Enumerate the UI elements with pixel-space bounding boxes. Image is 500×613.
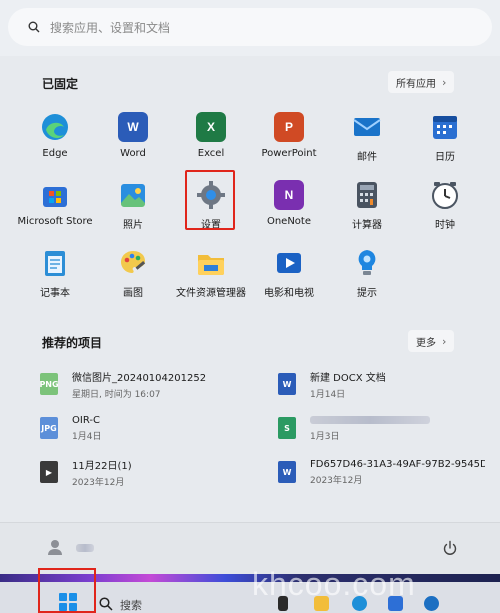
recommended-item[interactable]: PNG 微信图片_20240104201252 星期日, 时间为 16:07 [39,364,250,404]
notepad-icon [40,248,70,278]
recommended-item-date: 2023年12月 [310,475,363,486]
onenote-icon: N [274,180,304,210]
pinned-title: 已固定 [42,77,79,91]
recommended-item-date: 1月4日 [72,431,102,442]
start-search-box[interactable]: 搜索应用、设置和文档 [8,8,492,46]
recommended-item-date: 1月3日 [310,431,340,442]
pinned-app-calendar[interactable]: 日历 [406,106,484,170]
recommended-item-name [310,415,430,426]
powerpoint-icon: P [274,112,304,142]
taskbar-search-icon[interactable] [99,597,113,611]
pinned-app-label: Excel [197,148,225,159]
pinned-app-excel[interactable]: X Excel [172,106,250,170]
sheet-file-icon: S [278,417,296,439]
pinned-app-label: 日历 [435,152,455,163]
pinned-app-edge[interactable]: Edge [16,106,94,170]
recommended-item[interactable]: W FD657D46-31A3-49AF-97B2-9545D... 2023年12… [278,452,488,492]
search-placeholder: 搜索应用、设置和文档 [50,20,171,35]
pinned-app-tips[interactable]: 提示 [328,242,406,306]
pinned-app-label: PowerPoint [261,148,317,159]
taskbar-search-label[interactable]: 搜索 [120,597,142,613]
chevron-right-icon: › [442,334,447,348]
pinned-app-mail[interactable]: 邮件 [328,106,406,170]
pinned-app-clock[interactable]: 时钟 [406,174,484,238]
mail-icon [352,112,382,142]
recommended-item[interactable]: W 新建 DOCX 文档 1月14日 [278,364,488,404]
pinned-app-label: 画图 [123,288,143,299]
jpg-file-icon: JPG [40,417,58,439]
paint-icon [118,248,148,278]
recommended-item-name: OIR-C [72,414,100,426]
start-menu-footer [0,522,500,574]
pinned-app-label: 电影和电视 [264,288,314,299]
word-file-icon: W [278,373,296,395]
more-label: 更多 [416,337,436,349]
image-file-icon: PNG [39,373,59,395]
recommended-item[interactable]: S 1月3日 [278,408,488,448]
pinned-app-label: OneNote [266,216,312,227]
pinned-app-label: 提示 [357,288,377,299]
recommended-item[interactable]: ▶ 11月22日(1) 2023年12月 [40,452,250,492]
pinned-app-label: 文件资源管理器 [176,288,246,299]
tips-icon [352,248,382,278]
pinned-app-movies-tv[interactable]: 电影和电视 [250,242,328,306]
pinned-app-label: 邮件 [357,152,377,163]
calculator-icon [352,180,382,210]
pinned-app-label: 计算器 [352,220,382,231]
edge-icon [40,112,70,142]
pinned-app-label: 时钟 [435,220,455,231]
user-name-blurred [76,544,94,552]
recommended-item-name: 微信图片_20240104201252 [72,372,207,384]
store-icon [40,180,70,210]
power-icon[interactable] [442,540,458,556]
blurred-name [310,415,430,424]
recommended-item[interactable]: JPG OIR-C 1月4日 [40,408,250,448]
chevron-right-icon: › [442,75,447,89]
recommended-item-date: 1月14日 [310,389,346,400]
user-avatar-icon [48,540,62,555]
all-apps-label: 所有应用 [396,78,436,90]
video-file-icon: ▶ [40,461,58,483]
recommended-item-name: FD657D46-31A3-49AF-97B2-9545D... [310,458,485,470]
pinned-app-store[interactable]: Microsoft Store [16,174,94,238]
pinned-app-notepad[interactable]: 记事本 [16,242,94,306]
clock-icon [430,180,460,210]
pinned-app-calculator[interactable]: 计算器 [328,174,406,238]
pinned-app-folder[interactable]: 文件资源管理器 [172,242,250,306]
movies-tv-icon [274,248,304,278]
word-file-icon: W [278,461,296,483]
folder-icon [196,248,226,278]
pinned-app-powerpoint[interactable]: P PowerPoint [250,106,328,170]
pinned-app-photos[interactable]: 照片 [94,174,172,238]
photos-icon [118,180,148,210]
all-apps-button[interactable]: 所有应用 › [388,71,455,93]
more-button[interactable]: 更多 › [408,330,455,352]
excel-icon: X [196,112,226,142]
pinned-app-word[interactable]: W Word [94,106,172,170]
pinned-app-label: 记事本 [40,288,70,299]
recommended-item-name: 新建 DOCX 文档 [310,372,386,384]
recommended-item-date: 2023年12月 [72,477,125,488]
pinned-app-label: Microsoft Store [17,216,93,227]
word-icon: W [118,112,148,142]
recommended-item-name: 11月22日(1) [72,460,132,472]
watermark-text: khcoo.com [252,566,416,602]
pinned-app-label: Word [120,148,146,159]
pinned-app-paint[interactable]: 画图 [94,242,172,306]
pinned-app-onenote[interactable]: N OneNote [250,174,328,238]
settings-highlight-box [185,170,235,230]
search-icon [28,21,40,33]
recommended-title: 推荐的项目 [42,336,103,350]
start-button-highlight-box [38,568,96,613]
recommended-item-date: 星期日, 时间为 16:07 [72,389,161,400]
taskbar-dell-icon[interactable] [424,596,439,611]
pinned-app-label: Edge [42,148,68,159]
calendar-icon [430,112,460,142]
pinned-app-label: 照片 [123,220,143,231]
